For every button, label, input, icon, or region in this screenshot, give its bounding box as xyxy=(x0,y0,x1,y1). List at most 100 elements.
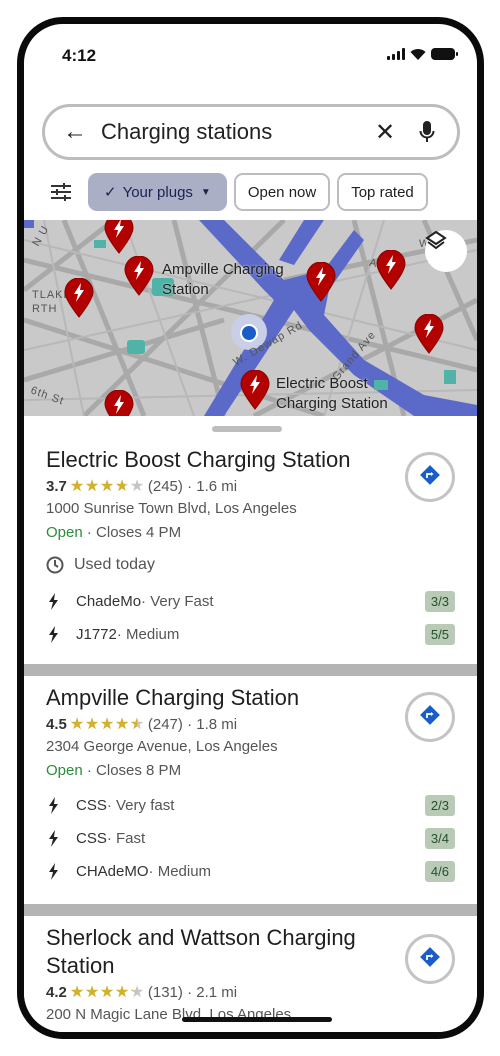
charging-pin[interactable] xyxy=(104,220,134,254)
rating-row: 3.7 ★★★★★★★★★★ (245) · 1.6 mi xyxy=(46,476,237,496)
plug-type: CSS xyxy=(76,796,107,814)
address: 200 N Magic Lane Blvd, Los Angeles xyxy=(46,1006,292,1023)
star-icon: ★★ xyxy=(129,477,145,495)
star-icon: ★★ xyxy=(69,715,85,733)
directions-button[interactable] xyxy=(405,692,455,742)
used-label: Used today xyxy=(74,556,155,573)
charging-pin[interactable] xyxy=(124,256,154,296)
search-bar[interactable]: ← Charging stations ✕ xyxy=(42,104,460,160)
plug-type: J1772 xyxy=(76,625,117,643)
search-input[interactable]: Charging stations xyxy=(97,119,365,145)
star-icon: ★★ xyxy=(99,983,115,1001)
close-icon[interactable]: ✕ xyxy=(365,118,405,147)
chip-open-now[interactable]: Open now xyxy=(233,173,331,211)
clock-icon xyxy=(46,556,64,574)
open-status: Open xyxy=(46,524,83,541)
tune-icon[interactable] xyxy=(46,183,76,201)
rating-value: 3.7 xyxy=(46,477,67,495)
station-name[interactable]: Ampville Charging Station xyxy=(46,684,396,712)
divider xyxy=(24,664,477,676)
bolt-icon xyxy=(46,796,60,814)
address: 2304 George Avenue, Los Angeles xyxy=(46,738,278,755)
filter-chips: ✓ Your plugs ▼ Open now Top rated xyxy=(24,170,477,214)
charging-pin[interactable] xyxy=(240,370,270,410)
rating-stars: ★★★★★★★★★★ xyxy=(70,477,145,495)
rating-stars: ★★★★★★★★★★ xyxy=(69,715,145,733)
rating-row: 4.2 ★★★★★★★★★★ (131) · 2.1 mi xyxy=(46,982,237,1002)
map-label-ampville[interactable]: Ampville Charging Station xyxy=(162,260,312,300)
hours: Open · Closes 4 PM xyxy=(46,524,181,544)
bolt-icon xyxy=(46,862,60,880)
plug-row: CHAdeMO · Medium 4/6 xyxy=(46,860,455,882)
plug-type: CSS xyxy=(76,829,107,847)
chip-label: Your plugs xyxy=(122,183,193,201)
my-location-icon xyxy=(240,324,258,342)
chip-your-plugs[interactable]: ✓ Your plugs ▼ xyxy=(88,173,227,211)
closing-time: · Closes 4 PM xyxy=(82,524,182,541)
distance: · 1.6 mi xyxy=(187,477,238,495)
map[interactable]: TLAKE RTH 6th St W. Dewap Rd Grand Ave A… xyxy=(24,220,477,416)
availability-badge: 4/6 xyxy=(424,860,455,882)
phone-frame: 4:12 ← Charging stations ✕ ✓ Your plugs … xyxy=(17,17,484,1039)
directions-button[interactable] xyxy=(405,452,455,502)
availability-badge: 2/3 xyxy=(424,794,455,816)
result-card[interactable]: Ampville Charging Station 4.5 ★★★★★★★★★★… xyxy=(24,676,477,904)
star-icon: ★★ xyxy=(114,983,130,1001)
closing-time: · Closes 8 PM xyxy=(82,762,182,779)
home-indicator[interactable] xyxy=(182,1017,332,1022)
directions-button[interactable] xyxy=(405,934,455,984)
availability-badge: 5/5 xyxy=(424,623,455,645)
used-today: Used today xyxy=(46,556,155,574)
charging-pin[interactable] xyxy=(414,314,444,354)
distance: · 1.8 mi xyxy=(187,715,238,733)
caret-down-icon: ▼ xyxy=(200,186,211,198)
arrow-left-icon[interactable]: ← xyxy=(53,118,97,146)
charging-pin[interactable] xyxy=(306,262,336,302)
directions-icon xyxy=(418,945,442,974)
result-card[interactable]: Electric Boost Charging Station 3.7 ★ ★ ★ ★… xyxy=(24,416,477,664)
chip-label: Open now xyxy=(247,183,317,201)
plug-type: ChadeMo xyxy=(76,592,142,610)
chip-top-rated[interactable]: Top rated xyxy=(337,173,428,211)
status-icons xyxy=(387,48,458,60)
star-icon: ★★ xyxy=(84,983,100,1001)
star-icon: ★★ xyxy=(114,477,130,495)
map-label-electric-boost[interactable]: Electric Boost Charging Station xyxy=(276,374,416,414)
rating-value: 4.2 xyxy=(46,983,67,1001)
plug-speed: · Fast xyxy=(106,829,146,847)
results-sheet: Electric Boost Charging Station 3.7 ★ ★ ★ ★… xyxy=(24,416,477,1032)
station-name[interactable]: Electric Boost Charging Station xyxy=(46,446,396,474)
chip-label: Top rated xyxy=(351,183,414,201)
plug-row: ChadeMo · Very Fast 3/3 xyxy=(46,590,455,612)
plug-speed: · Very Fast xyxy=(141,592,214,610)
availability-badge: 3/3 xyxy=(424,590,455,612)
rating-stars: ★★★★★★★★★★ xyxy=(70,983,145,1001)
battery-icon xyxy=(431,48,458,60)
rating-value: 4.5 xyxy=(46,715,67,733)
check-icon: ✓ xyxy=(104,184,117,201)
distance: · 2.1 mi xyxy=(187,983,238,1001)
bolt-icon xyxy=(46,829,60,847)
mic-icon[interactable] xyxy=(405,120,449,144)
charging-pin[interactable] xyxy=(376,250,406,290)
directions-icon xyxy=(418,703,442,732)
plug-row: CSS · Very fast 2/3 xyxy=(46,794,455,816)
screen: 4:12 ← Charging stations ✕ ✓ Your plugs … xyxy=(24,24,477,1032)
address: 1000 Sunrise Town Blvd, Los Angeles xyxy=(46,500,297,517)
directions-icon xyxy=(418,463,442,492)
bolt-icon xyxy=(46,592,60,610)
charging-pin[interactable] xyxy=(64,278,94,318)
availability-badge: 3/4 xyxy=(424,827,455,849)
status-time: 4:12 xyxy=(62,46,97,65)
plug-speed: · Medium xyxy=(148,862,212,880)
layers-icon[interactable] xyxy=(425,230,467,272)
charging-pin[interactable] xyxy=(104,390,134,416)
star-icon: ★★ xyxy=(129,715,145,733)
status-bar: 4:12 xyxy=(24,24,477,84)
plug-type: CHAdeMO xyxy=(76,862,149,880)
divider xyxy=(24,904,477,916)
station-name[interactable]: Sherlock and Wattson Charging Station xyxy=(46,924,396,980)
plug-row: J1772 · Medium 5/5 xyxy=(46,623,455,645)
review-count: (245) xyxy=(147,477,183,495)
signal-icon xyxy=(387,48,405,60)
